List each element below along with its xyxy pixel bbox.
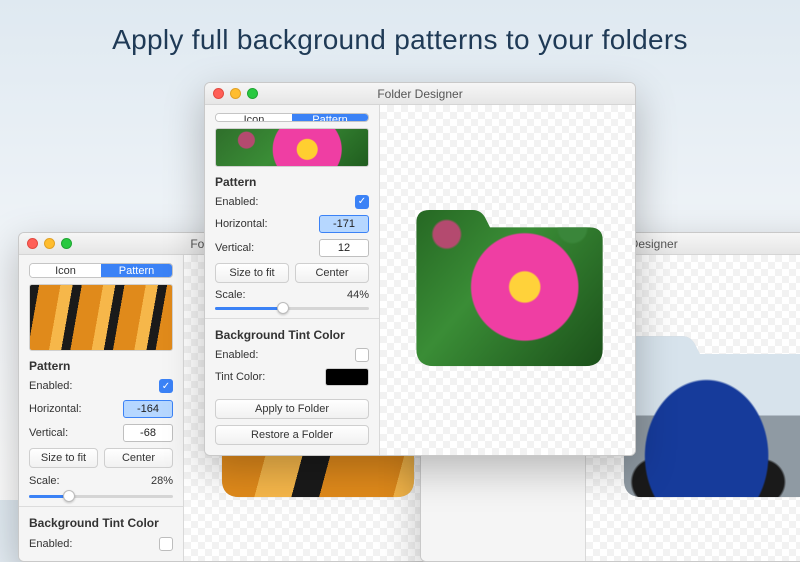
marketing-headline: Apply full background patterns to your f… bbox=[0, 24, 800, 56]
window-controls bbox=[213, 88, 258, 99]
restore-folder-button[interactable]: Restore a Folder bbox=[215, 425, 369, 445]
pattern-thumbnail[interactable] bbox=[29, 284, 173, 351]
section-tint-title: Background Tint Color bbox=[29, 516, 173, 530]
enabled-label: Enabled: bbox=[215, 196, 258, 208]
close-icon[interactable] bbox=[27, 238, 38, 249]
folder-preview bbox=[399, 174, 616, 385]
tab-pattern[interactable]: Pattern bbox=[292, 114, 368, 121]
vertical-label: Vertical: bbox=[215, 242, 254, 254]
window-controls bbox=[27, 238, 72, 249]
mode-segmented[interactable]: Icon Pattern bbox=[215, 113, 369, 122]
minimize-icon[interactable] bbox=[230, 88, 241, 99]
scale-value: 28% bbox=[151, 475, 173, 487]
minimize-icon[interactable] bbox=[44, 238, 55, 249]
tint-enabled-label: Enabled: bbox=[29, 538, 72, 550]
divider bbox=[19, 506, 183, 507]
size-to-fit-button[interactable]: Size to fit bbox=[215, 263, 289, 283]
horizontal-field[interactable]: -171 bbox=[319, 215, 369, 233]
vertical-label: Vertical: bbox=[29, 427, 68, 439]
window-center: Folder Designer Icon Pattern Pattern Ena… bbox=[204, 82, 636, 456]
scale-label: Scale: bbox=[29, 475, 60, 487]
scale-value: 44% bbox=[347, 289, 369, 301]
enabled-label: Enabled: bbox=[29, 380, 72, 392]
scale-slider[interactable] bbox=[29, 495, 173, 498]
pattern-thumbnail[interactable] bbox=[215, 128, 369, 166]
section-pattern-title: Pattern bbox=[29, 359, 173, 373]
titlebar: Folder Designer bbox=[205, 83, 635, 105]
tint-enabled-checkbox[interactable] bbox=[355, 348, 369, 362]
scale-label: Scale: bbox=[215, 289, 246, 301]
horizontal-field[interactable]: -164 bbox=[123, 400, 173, 418]
vertical-field[interactable]: -68 bbox=[123, 424, 173, 442]
horizontal-label: Horizontal: bbox=[215, 218, 268, 230]
tab-icon[interactable]: Icon bbox=[30, 264, 101, 277]
center-button[interactable]: Center bbox=[295, 263, 369, 283]
center-button[interactable]: Center bbox=[104, 448, 173, 468]
preview-area bbox=[380, 105, 635, 455]
tab-icon[interactable]: Icon bbox=[216, 114, 292, 121]
apply-to-folder-button[interactable]: Apply to Folder bbox=[215, 399, 369, 419]
tint-enabled-label: Enabled: bbox=[215, 349, 258, 361]
zoom-icon[interactable] bbox=[247, 88, 258, 99]
tab-pattern[interactable]: Pattern bbox=[101, 264, 172, 277]
section-pattern-title: Pattern bbox=[215, 175, 369, 189]
sidebar: Icon Pattern Pattern Enabled: ✓ Horizont… bbox=[205, 105, 380, 455]
window-title: Folder Designer bbox=[205, 87, 635, 101]
horizontal-label: Horizontal: bbox=[29, 403, 82, 415]
enabled-checkbox[interactable]: ✓ bbox=[355, 195, 369, 209]
vertical-field[interactable]: 12 bbox=[319, 239, 369, 257]
section-tint-title: Background Tint Color bbox=[215, 328, 369, 342]
sidebar: Icon Pattern Pattern Enabled: ✓ Horizont… bbox=[19, 255, 184, 561]
enabled-checkbox[interactable]: ✓ bbox=[159, 379, 173, 393]
size-to-fit-button[interactable]: Size to fit bbox=[29, 448, 98, 468]
tint-color-label: Tint Color: bbox=[215, 371, 265, 383]
zoom-icon[interactable] bbox=[61, 238, 72, 249]
mode-segmented[interactable]: Icon Pattern bbox=[29, 263, 173, 278]
tint-color-well[interactable] bbox=[325, 368, 369, 386]
close-icon[interactable] bbox=[213, 88, 224, 99]
tint-enabled-checkbox[interactable] bbox=[159, 537, 173, 551]
scale-slider[interactable] bbox=[215, 307, 369, 310]
